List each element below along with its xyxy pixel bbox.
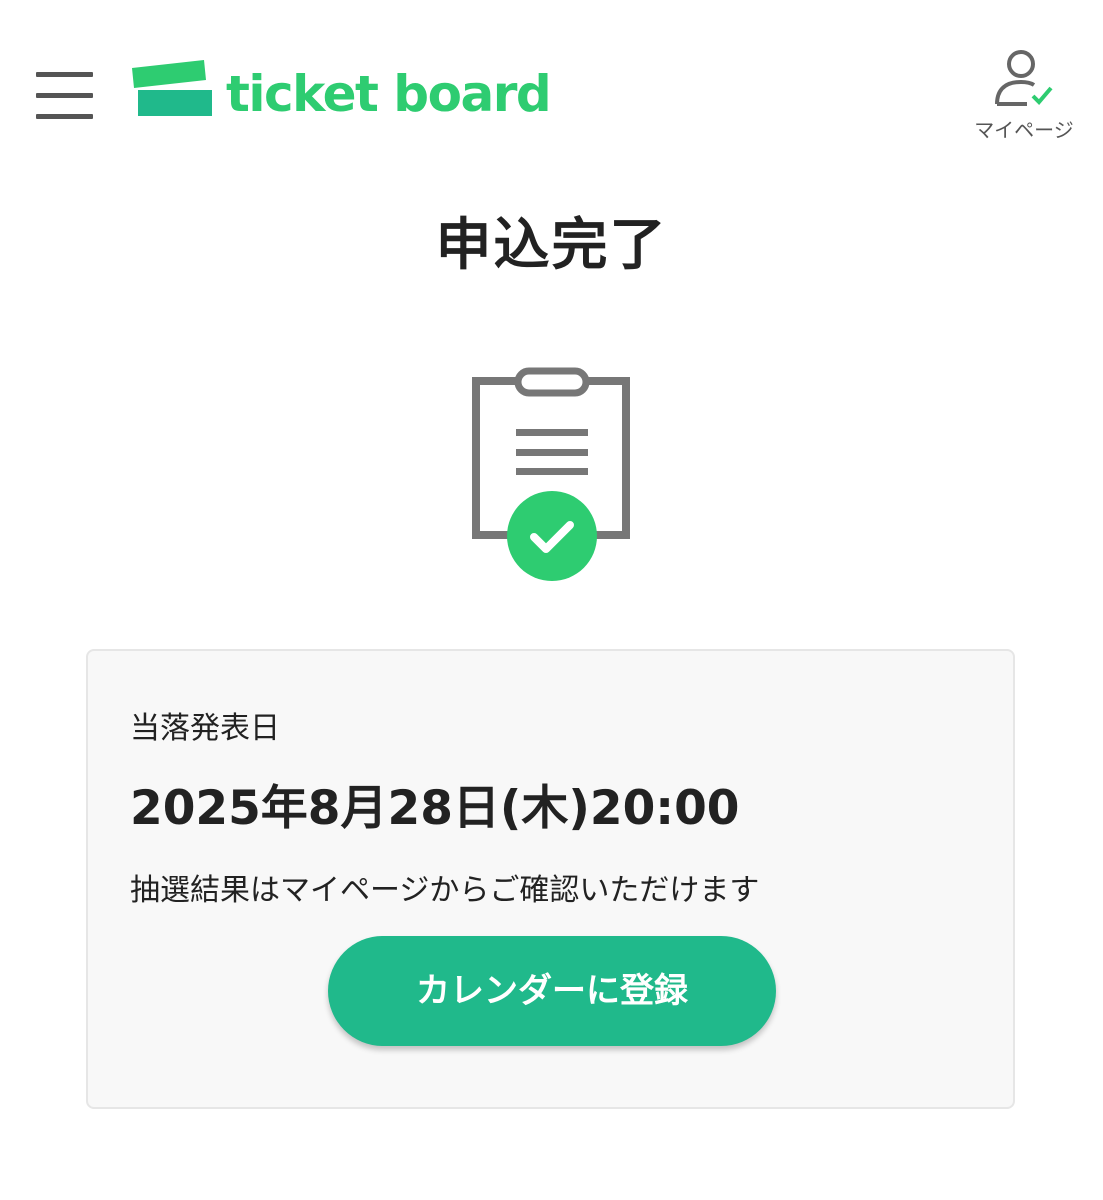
user-check-icon	[995, 50, 1053, 106]
page-title: 申込完了	[435, 213, 668, 278]
announcement-date-label: 当落発表日	[130, 711, 280, 746]
announcement-date-value: 2025年8月28日(木)20:00	[130, 781, 740, 836]
header: ticket board マイページ	[0, 0, 1103, 170]
add-to-calendar-button[interactable]: カレンダーに登録	[328, 936, 776, 1046]
ticket-stack-icon	[132, 60, 212, 116]
result-confirm-note: 抽選結果はマイページからご確認いただけます	[130, 873, 760, 908]
mypage-label: マイページ	[974, 118, 1074, 142]
logo[interactable]: ticket board	[130, 58, 570, 128]
hamburger-menu-icon[interactable]	[30, 62, 100, 128]
clipboard-check-icon	[472, 367, 630, 581]
result-announcement-card: 当落発表日 2025年8月28日(木)20:00 抽選結果はマイページからご確認…	[86, 649, 1015, 1109]
logo-text: ticket board	[226, 65, 552, 123]
mypage-button[interactable]: マイページ	[962, 42, 1086, 152]
